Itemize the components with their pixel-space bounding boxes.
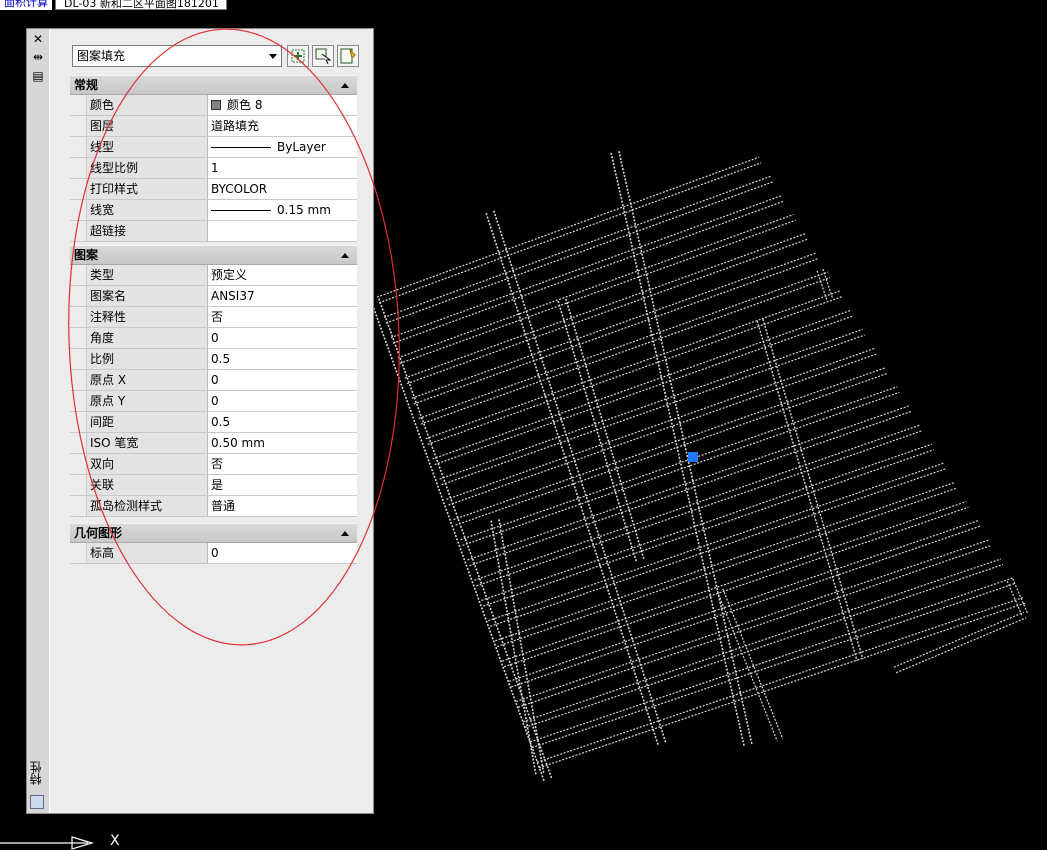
palette-menu-icon[interactable]: ▤ <box>31 69 45 83</box>
road-hatch-pattern <box>370 150 1029 782</box>
palette-options-icon[interactable] <box>30 795 44 809</box>
annotation-ellipse <box>68 28 400 646</box>
close-icon[interactable]: ✕ <box>31 32 45 46</box>
palette-title-strip: ✕ ⇹ ▤ 特性 <box>27 29 50 813</box>
auto-hide-icon[interactable]: ⇹ <box>31 50 45 64</box>
ucs-x-axis-label: X <box>110 833 120 849</box>
ucs-icon <box>0 836 95 850</box>
selection-grip[interactable] <box>688 452 698 462</box>
palette-title: 特性 <box>29 761 43 785</box>
